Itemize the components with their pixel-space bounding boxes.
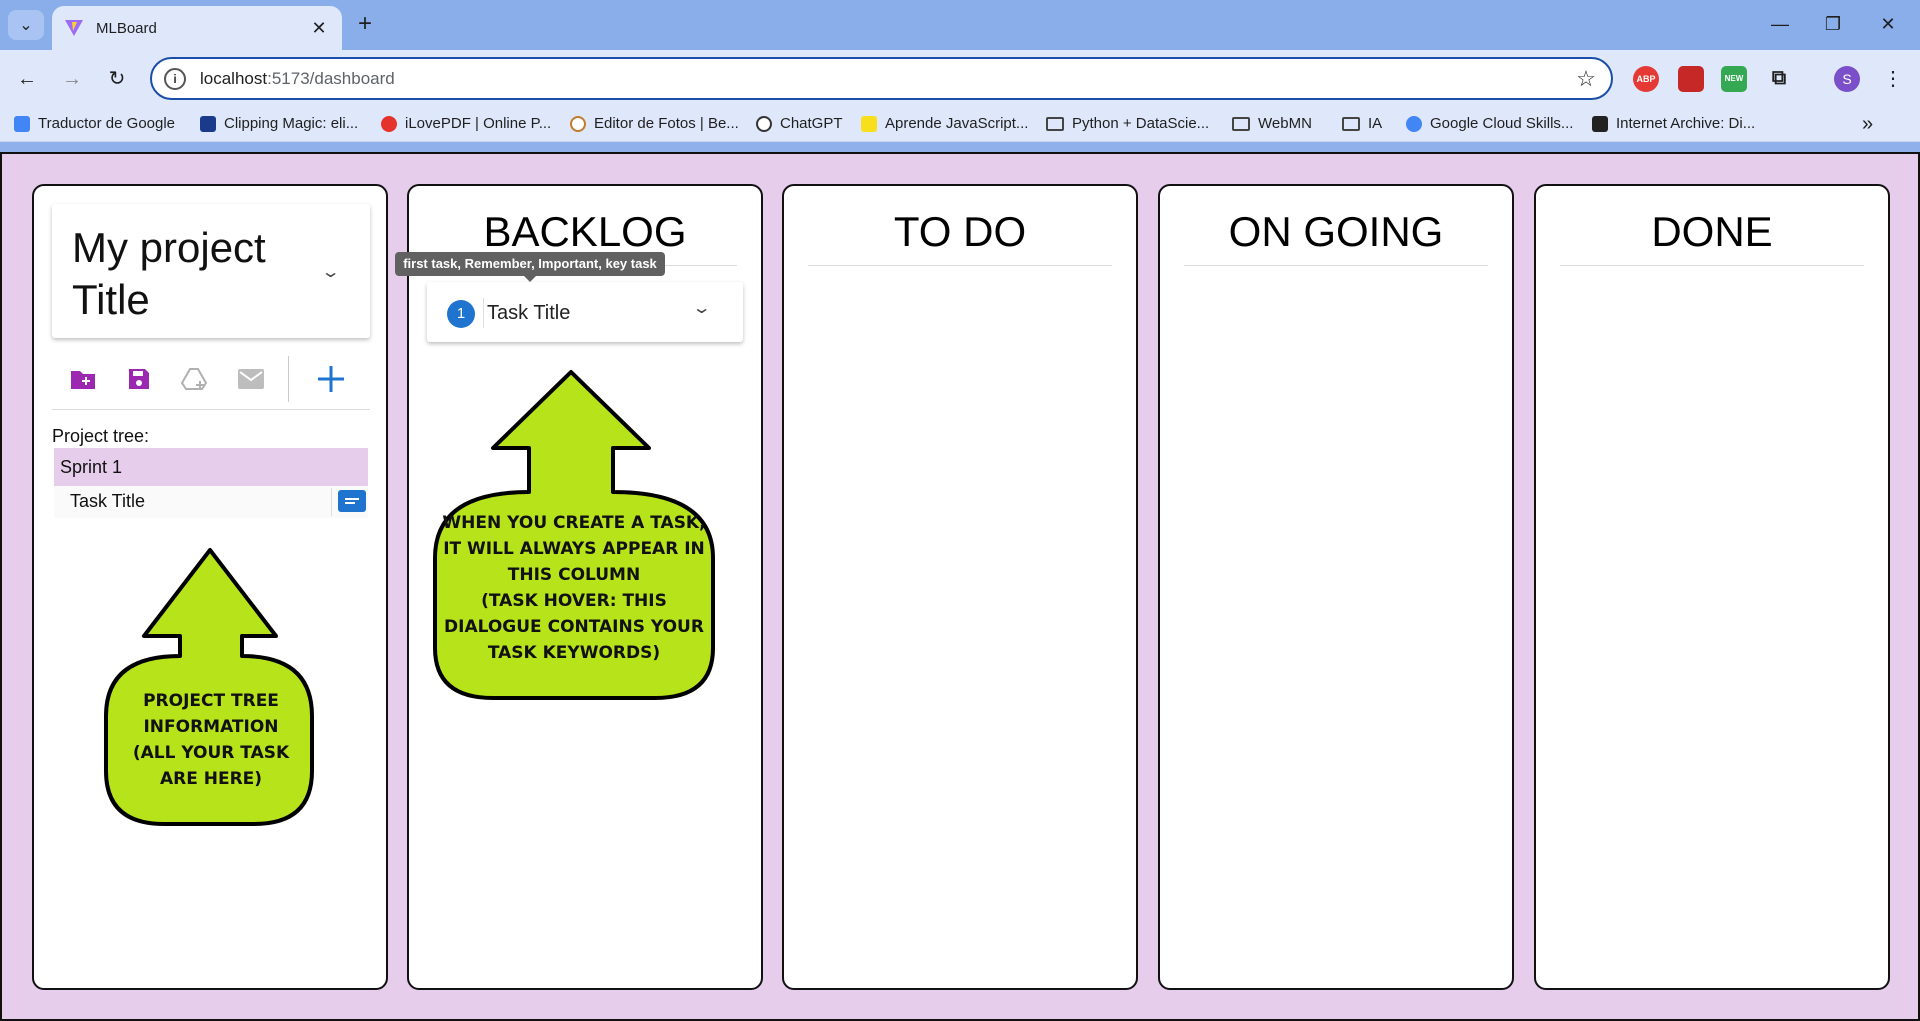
ongoing-column-title: ON GOING <box>1184 204 1488 266</box>
chevron-down-icon[interactable]: ⌄ <box>321 262 341 282</box>
browser-tab-strip: ⌄ MLBoard ✕ + — ❐ ✕ <box>0 0 1920 50</box>
photo-editor-icon <box>570 115 586 132</box>
tab-search-button[interactable]: ⌄ <box>8 10 44 40</box>
todo-column: TO DO <box>782 184 1138 990</box>
extension-icon[interactable] <box>1678 66 1704 92</box>
bookmark-item[interactable]: iLovePDF | Online P... <box>381 115 551 132</box>
chatgpt-icon <box>756 115 772 132</box>
folder-icon <box>1232 116 1250 131</box>
back-button[interactable]: ← <box>10 62 44 96</box>
browser-tab[interactable]: MLBoard ✕ <box>52 6 342 50</box>
bookmark-folder[interactable]: Python + DataScie... <box>1046 115 1209 132</box>
project-toolbar <box>52 348 370 410</box>
close-window-button[interactable]: ✕ <box>1868 10 1908 38</box>
project-tree-label: Project tree: <box>52 426 150 446</box>
site-info-icon[interactable]: i <box>164 67 186 90</box>
tree-task-item[interactable]: Task Title <box>54 486 368 518</box>
address-bar[interactable]: i localhost:5173/dashboard ☆ <box>150 57 1613 100</box>
bookmark-item[interactable]: Google Cloud Skills... <box>1406 115 1573 132</box>
task-number-badge: 1 <box>447 300 475 328</box>
profile-avatar[interactable]: S <box>1834 66 1860 92</box>
bookmark-star-icon[interactable]: ☆ <box>1571 66 1601 92</box>
divider <box>331 488 332 516</box>
chevron-down-icon[interactable]: ⌄ <box>692 298 712 318</box>
task-keywords-tooltip: first task, Remember, Important, key tas… <box>395 252 665 282</box>
google-cloud-icon <box>1406 115 1422 132</box>
minimize-button[interactable]: — <box>1760 10 1800 38</box>
tree-info-callout-text: PROJECT TREE INFORMATION (ALL YOUR TASK … <box>132 691 290 789</box>
browser-menu-icon[interactable]: ⋮ <box>1876 62 1910 96</box>
vite-logo-icon <box>65 20 83 36</box>
bookmark-item[interactable]: Clipping Magic: eli... <box>200 115 358 132</box>
javascript-icon <box>861 115 877 132</box>
tab-title: MLBoard <box>96 19 157 37</box>
chevron-down-icon: ⌄ <box>19 17 33 34</box>
forward-button[interactable]: → <box>55 62 89 96</box>
done-column: DONE <box>1534 184 1890 990</box>
ongoing-column: ON GOING <box>1158 184 1514 990</box>
add-icon[interactable] <box>314 362 348 396</box>
tree-task-label: Task Title <box>70 491 146 511</box>
new-tab-button[interactable]: + <box>352 12 378 38</box>
new-folder-icon[interactable] <box>66 362 100 396</box>
tooltip-arrow <box>524 276 536 282</box>
bookmarks-bar: Traductor de Google Clipping Magic: eli.… <box>0 108 1920 142</box>
clipping-magic-icon <box>200 115 216 132</box>
done-column-title: DONE <box>1560 204 1864 266</box>
internet-archive-icon <box>1592 115 1608 132</box>
save-icon[interactable] <box>122 362 156 396</box>
extensions-puzzle-icon[interactable]: ⧉ <box>1766 66 1792 92</box>
bookmark-item[interactable]: Traductor de Google <box>14 115 175 132</box>
mail-icon <box>234 362 268 396</box>
ilovepdf-icon <box>381 115 397 132</box>
restore-button[interactable]: ❐ <box>1813 10 1853 38</box>
url-text[interactable]: localhost:5173/dashboard <box>200 69 1571 89</box>
reload-button[interactable]: ↻ <box>100 62 134 96</box>
close-tab-icon[interactable]: ✕ <box>308 18 330 39</box>
browser-toolbar: ← → ↻ i localhost:5173/dashboard ☆ ABP N… <box>0 50 1920 108</box>
bookmark-item[interactable]: Aprende JavaScript... <box>861 115 1028 132</box>
project-title: My project Title <box>72 224 266 323</box>
divider <box>483 298 484 328</box>
bookmark-item[interactable]: Internet Archive: Di... <box>1592 115 1755 132</box>
todo-column-title: TO DO <box>808 204 1112 266</box>
backlog-column: BACKLOG 1 Task Title ⌄ WHEN YOU CREATE A… <box>407 184 763 990</box>
bookmark-item[interactable]: ChatGPT <box>756 115 843 132</box>
dashboard-page: My project Title ⌄ Project tree: Sprint … <box>0 152 1920 1021</box>
backlog-info-callout-text: WHEN YOU CREATE A TASK, IT WILL ALWAYS A… <box>442 513 706 663</box>
tree-sprint-item[interactable]: Sprint 1 <box>54 448 368 486</box>
bookmark-item[interactable]: Editor de Fotos | Be... <box>570 115 739 132</box>
task-card-title: Task Title <box>487 302 571 324</box>
project-sidebar: My project Title ⌄ Project tree: Sprint … <box>32 184 388 990</box>
task-card[interactable]: 1 Task Title ⌄ <box>427 282 743 342</box>
open-task-icon[interactable] <box>338 490 366 512</box>
bookmark-folder[interactable]: IA <box>1342 115 1382 132</box>
drive-upload-icon <box>178 362 212 396</box>
folder-icon <box>1046 116 1064 131</box>
project-card[interactable]: My project Title ⌄ <box>52 204 370 338</box>
new-extension-icon[interactable]: NEW <box>1721 66 1747 92</box>
folder-icon <box>1342 116 1360 131</box>
bookmark-folder[interactable]: WebMN <box>1232 115 1312 132</box>
toolbar-divider <box>288 356 289 402</box>
more-bookmarks-icon[interactable]: » <box>1862 113 1873 136</box>
google-translate-icon <box>14 115 30 132</box>
adblock-extension-icon[interactable]: ABP <box>1633 66 1659 92</box>
